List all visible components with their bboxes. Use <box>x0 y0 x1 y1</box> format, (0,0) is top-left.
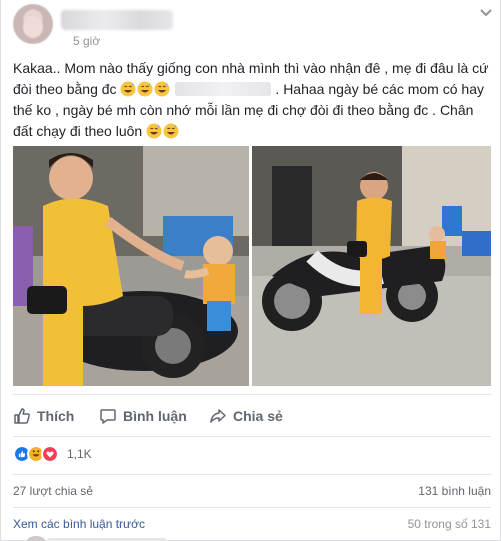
post-timestamp[interactable]: 5 giờ <box>73 34 100 48</box>
divider <box>13 436 491 437</box>
grinning-sweat-emoji-icon <box>154 81 170 97</box>
grinning-sweat-emoji-icon <box>120 81 136 97</box>
post-photo[interactable] <box>252 146 491 386</box>
post-stats: 27 lượt chia sẻ 131 bình luận <box>13 484 491 500</box>
share-count[interactable]: 27 lượt chia sẻ <box>13 484 93 498</box>
post-photo[interactable] <box>13 146 249 386</box>
post-header: 5 giờ <box>13 4 493 50</box>
divider <box>13 507 491 508</box>
share-label: Chia sẻ <box>233 408 283 424</box>
photo-grid <box>13 146 491 386</box>
love-reaction-icon <box>41 445 59 463</box>
comments-shown-count: 50 trong số 131 <box>407 517 491 531</box>
share-button[interactable]: Chia sẻ <box>209 402 283 430</box>
share-arrow-icon <box>210 409 226 423</box>
previous-comments-row: Xem các bình luận trước 50 trong số 131 <box>13 517 491 533</box>
post-actions: Thích Bình luận Chia sẻ <box>13 402 491 430</box>
like-button[interactable]: Thích <box>13 402 74 430</box>
divider <box>13 474 491 475</box>
grinning-sweat-emoji-icon <box>163 123 179 139</box>
reaction-count: 1,1K <box>67 447 92 461</box>
post-text: Kakaa.. Mom nào thấy giống con nhà mình … <box>13 58 495 142</box>
grinning-sweat-emoji-icon <box>146 123 162 139</box>
chevron-down-icon[interactable] <box>479 8 493 18</box>
post-card: 5 giờ Kakaa.. Mom nào thấy giống con nhà… <box>0 0 501 541</box>
comment-button[interactable]: Bình luận <box>99 402 187 430</box>
commenter-avatar[interactable] <box>27 536 45 541</box>
blurred-text <box>175 82 272 96</box>
thumbs-up-icon <box>14 408 30 424</box>
divider <box>13 394 491 395</box>
like-label: Thích <box>37 408 75 424</box>
comment-count[interactable]: 131 bình luận <box>418 484 491 498</box>
reactions-summary[interactable]: 1,1K <box>13 444 92 464</box>
grinning-sweat-emoji-icon <box>137 81 153 97</box>
author-name-blurred[interactable] <box>61 10 173 30</box>
comment-label: Bình luận <box>123 408 187 424</box>
comment-bubble-icon <box>100 409 116 424</box>
view-previous-comments-link[interactable]: Xem các bình luận trước <box>13 517 145 531</box>
avatar[interactable] <box>13 4 53 44</box>
